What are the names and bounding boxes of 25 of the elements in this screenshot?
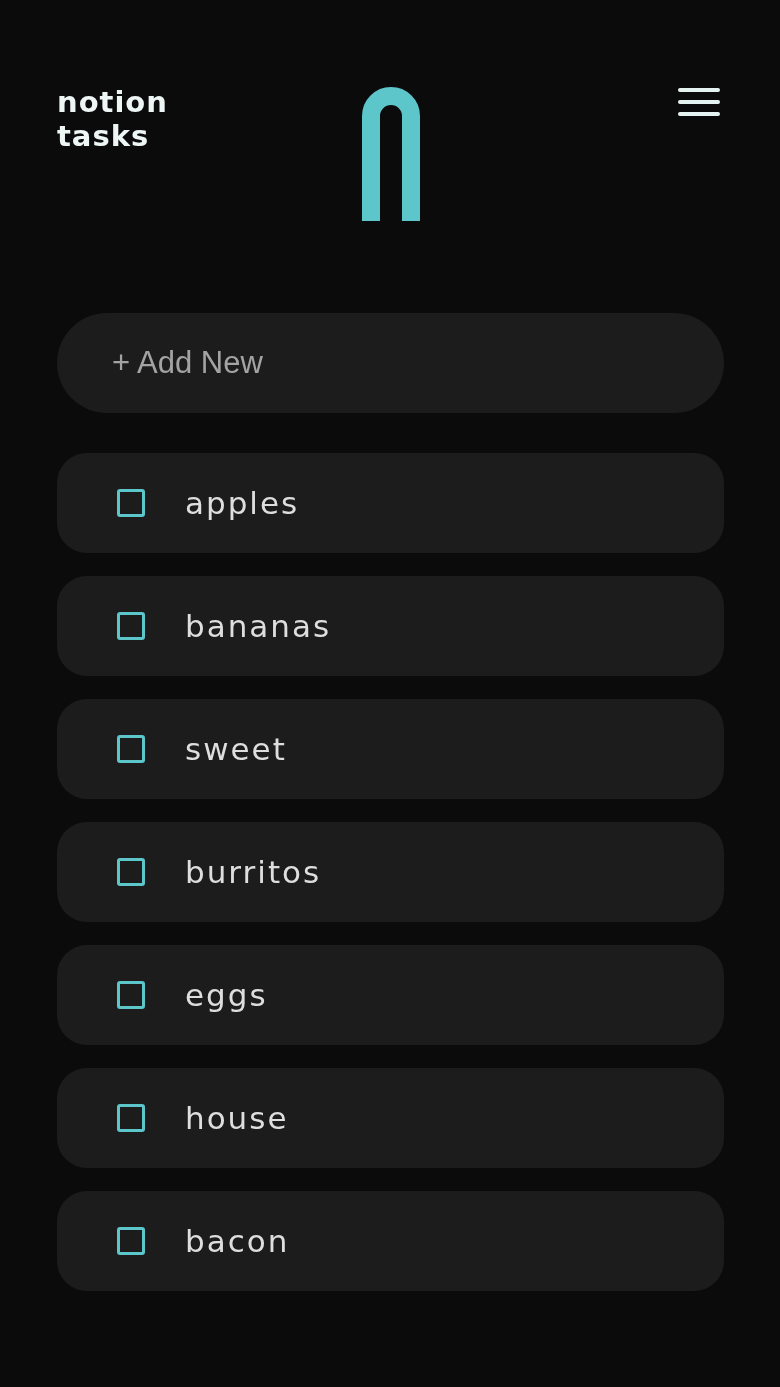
checkbox[interactable] [117,612,145,640]
task-label: burritos [185,853,322,892]
task-row[interactable]: bananas [57,576,724,676]
checkbox[interactable] [117,981,145,1009]
menu-icon[interactable] [678,88,720,116]
task-row[interactable]: eggs [57,945,724,1045]
checkbox[interactable] [117,735,145,763]
task-row[interactable]: sweet [57,699,724,799]
arch-logo-icon [361,87,420,221]
task-label: sweet [185,730,287,769]
checkbox[interactable] [117,1104,145,1132]
task-label: eggs [185,976,268,1015]
checkbox[interactable] [117,489,145,517]
task-label: bacon [185,1222,290,1261]
app-logo-text: notion tasks [57,85,169,153]
task-label: house [185,1099,289,1138]
task-row[interactable]: burritos [57,822,724,922]
task-row[interactable]: house [57,1068,724,1168]
task-label: bananas [185,607,332,646]
task-label: apples [185,484,300,523]
task-row[interactable]: bacon [57,1191,724,1291]
task-row[interactable]: apples [57,453,724,553]
checkbox[interactable] [117,1227,145,1255]
checkbox[interactable] [117,858,145,886]
add-new-field[interactable]: + Add New [57,313,724,413]
